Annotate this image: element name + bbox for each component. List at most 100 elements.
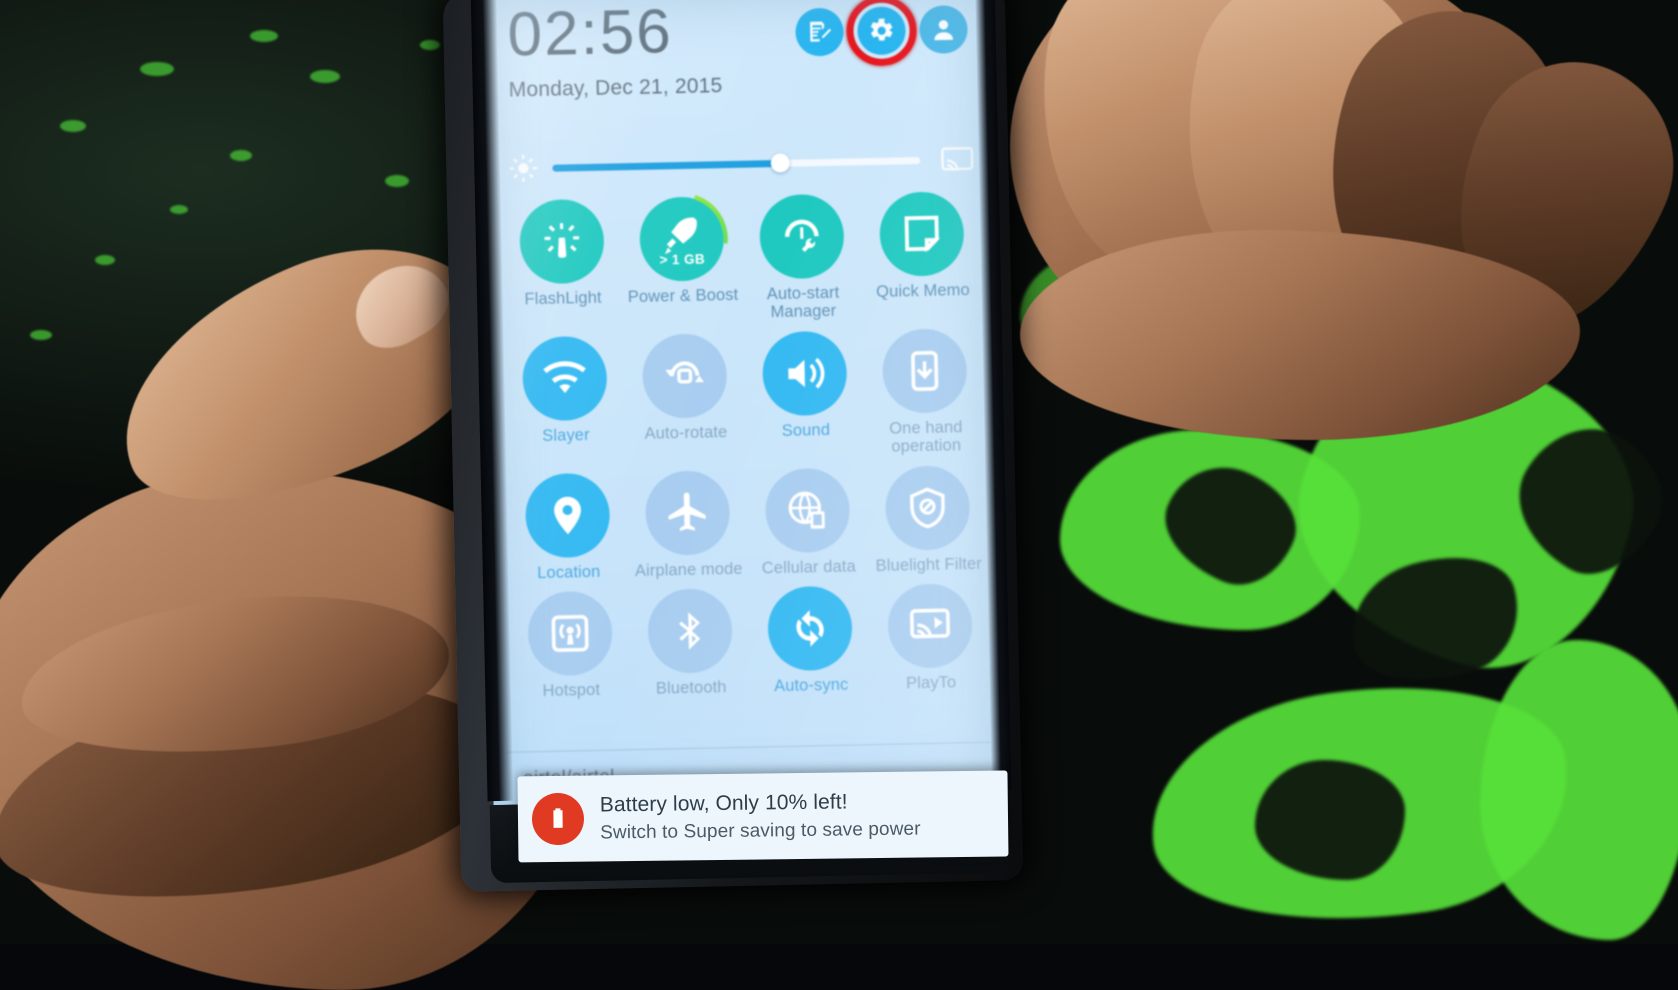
hotspot-icon [527, 590, 613, 677]
notification-subtitle: Switch to Super saving to save power [600, 818, 921, 843]
bokeh-fleck [30, 330, 52, 340]
toggle-location[interactable]: Location [507, 470, 629, 583]
toggle-airplane-mode[interactable]: Airplane mode [627, 468, 749, 581]
toggle-label: Location [537, 562, 601, 583]
brightness-knob[interactable] [770, 153, 791, 173]
sun-glyph [509, 154, 537, 182]
bluetooth-glyph [679, 612, 701, 651]
brightness-sun-icon[interactable] [508, 153, 539, 184]
airplane-glyph [668, 492, 706, 531]
hotspot-glyph [551, 615, 589, 653]
quick-settings-grid: FlashLight > 1 GB Power & Boost Auto-sta… [501, 189, 991, 702]
header-icon-group [795, 0, 969, 67]
avatar-glyph [934, 20, 954, 41]
cellular-data-icon [764, 467, 851, 554]
toggle-cellular-data[interactable]: Cellular data [747, 465, 869, 578]
boost-progress-arc [634, 192, 729, 286]
toggle-sound[interactable]: Sound [744, 328, 867, 459]
notification-text: Battery low, Only 10% left! Switch to Su… [600, 789, 921, 844]
note-edit-glyph [810, 21, 832, 42]
bokeh-fleck [60, 120, 86, 132]
memo-glyph [904, 215, 940, 253]
cellular-glyph [788, 491, 825, 529]
brightness-track[interactable] [552, 153, 921, 173]
battery-low-icon [531, 792, 585, 846]
clock-date: Monday, Dec 21, 2015 [508, 74, 723, 102]
toggle-flashlight[interactable]: FlashLight [501, 196, 624, 327]
toggle-power-boost[interactable]: > 1 GB Power & Boost [621, 192, 744, 325]
toggle-label: Bluetooth [655, 678, 727, 699]
bluelight-shield-icon [884, 464, 971, 551]
one-hand-glyph [911, 350, 939, 391]
phone-device: 02:56 Monday, Dec 21, 2015 FlashLight > … [442, 0, 1024, 892]
toggle-autostart-manager[interactable]: Auto-start Manager [741, 191, 864, 322]
pin-glyph [554, 496, 581, 535]
toggle-auto-rotate[interactable]: Auto-rotate [624, 331, 747, 462]
brightness-slider-row[interactable] [508, 137, 975, 191]
toggle-label: PlayTo [905, 673, 957, 693]
toggle-wifi[interactable]: Slayer [504, 333, 627, 464]
bluetooth-icon [647, 588, 733, 675]
cast-glyph [941, 147, 974, 171]
boost-badge: > 1 GB [659, 251, 706, 268]
clock-header: 02:56 Monday, Dec 21, 2015 [507, 0, 976, 133]
bokeh-fleck [420, 40, 440, 50]
notification-card[interactable]: Battery low, Only 10% left! Switch to Su… [517, 770, 1009, 863]
screen-cast-icon[interactable] [940, 145, 975, 174]
speaker-glyph [788, 357, 825, 389]
toggle-bluetooth[interactable]: Bluetooth [629, 586, 751, 699]
toggle-label: FlashLight [524, 288, 602, 309]
bokeh-fleck [140, 62, 174, 76]
toggle-label: Sound [781, 420, 831, 440]
toggle-label: Auto-rotate [644, 423, 728, 443]
right-hand-knuckles [1020, 230, 1580, 440]
toggle-label: Auto-start Manager [766, 283, 840, 322]
sound-speaker-icon [761, 330, 848, 417]
toggle-bluelight-filter[interactable]: Bluelight Filter [867, 463, 989, 576]
auto-rotate-glyph [665, 361, 705, 384]
settings-gear-icon[interactable] [845, 0, 918, 67]
wifi-glyph [543, 361, 586, 394]
brightness-fill [552, 159, 781, 172]
toggle-label: One hand operation [889, 418, 963, 457]
play-to-icon [887, 583, 973, 670]
bokeh-fleck [230, 150, 252, 161]
toggle-play-to[interactable]: PlayTo [869, 581, 991, 694]
toggle-label: Bluelight Filter [875, 554, 982, 575]
location-pin-icon [524, 472, 611, 559]
auto-rotate-icon [641, 333, 728, 419]
bokeh-fleck [170, 205, 188, 214]
toggle-label: Cellular data [761, 557, 856, 578]
autostart-wrench-icon [758, 193, 845, 280]
shield-glyph [910, 487, 945, 529]
shade-divider [506, 741, 991, 753]
toggle-label: Power & Boost [627, 285, 739, 307]
quick-memo-icon [878, 191, 965, 277]
toggle-auto-sync[interactable]: Auto-sync [749, 584, 871, 697]
toggle-one-hand-operation[interactable]: One hand operation [864, 326, 987, 457]
notification-title: Battery low, Only 10% left! [599, 789, 848, 816]
user-avatar-icon[interactable] [919, 5, 969, 54]
autostart-glyph [784, 219, 819, 252]
airplane-icon [644, 469, 731, 556]
bokeh-fleck [310, 70, 340, 83]
auto-sync-icon [767, 585, 853, 672]
toggle-label: Quick Memo [876, 281, 970, 301]
screen-panel: 02:56 Monday, Dec 21, 2015 FlashLight > … [476, 0, 1004, 806]
toggle-quick-memo[interactable]: Quick Memo [861, 189, 984, 320]
toggle-hotspot[interactable]: Hotspot [509, 589, 631, 702]
toggle-label: Auto-sync [773, 675, 849, 696]
playto-glyph [909, 608, 951, 639]
boost-rocket-icon: > 1 GB [634, 192, 729, 286]
battery-glyph [553, 808, 563, 828]
one-hand-icon [881, 328, 968, 414]
bokeh-fleck [385, 175, 409, 187]
phone-screen[interactable]: 02:56 Monday, Dec 21, 2015 FlashLight > … [476, 0, 1004, 806]
flashlight-icon [519, 198, 605, 285]
flashlight-glyph [544, 223, 580, 258]
quick-note-icon[interactable] [795, 7, 845, 57]
bokeh-fleck [250, 30, 278, 42]
toggle-label: Airplane mode [634, 559, 743, 580]
toggle-label: Slayer [542, 425, 590, 445]
toggle-label: Hotspot [542, 681, 601, 701]
